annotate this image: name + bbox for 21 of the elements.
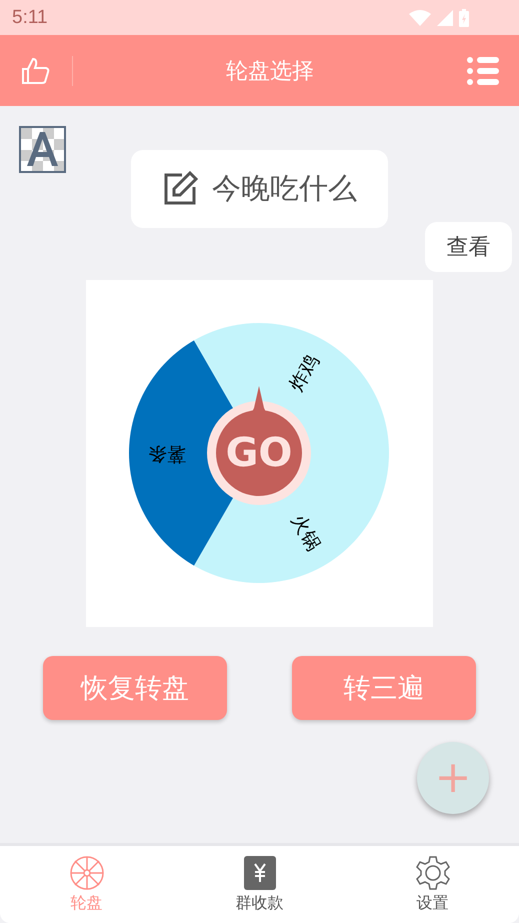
action-button[interactable]: 恢复转盘 <box>43 656 227 720</box>
status-time: 5:11 <box>12 6 48 28</box>
wheel-label: 薯条 <box>148 442 186 465</box>
settings-icon <box>414 855 450 891</box>
question-card[interactable]: 今晚吃什么 <box>131 150 388 228</box>
view-button[interactable]: 查看 <box>425 222 512 272</box>
wifi-icon <box>409 10 431 26</box>
action-button[interactable]: 转三遍 <box>292 656 476 720</box>
edit-icon <box>162 171 198 207</box>
nav-tab[interactable]: 轮盘 <box>0 846 173 923</box>
wheel-label: 火锅 <box>286 510 325 554</box>
nav-tab[interactable]: 群收款 <box>173 846 346 923</box>
money-icon <box>242 855 278 891</box>
nav-tab[interactable]: 设置 <box>346 846 519 923</box>
app-title: 轮盘选择 <box>225 58 315 86</box>
menu-icon[interactable] <box>467 56 499 86</box>
wheel-icon <box>68 855 104 891</box>
signal-icon <box>437 10 453 26</box>
battery-icon <box>459 8 469 26</box>
question-text: 今晚吃什么 <box>212 170 357 207</box>
font-icon[interactable] <box>19 126 66 173</box>
